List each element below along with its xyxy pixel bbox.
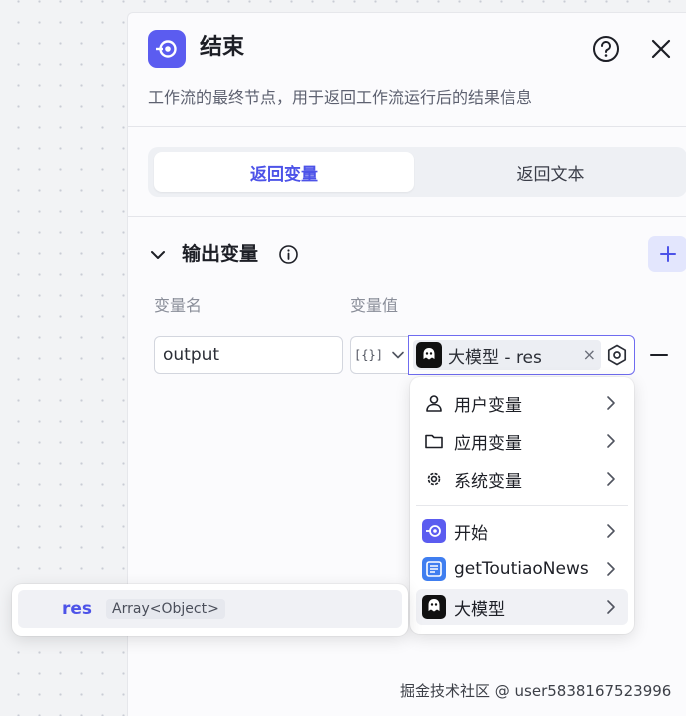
news-icon xyxy=(422,557,446,581)
chevron-right-icon xyxy=(607,562,615,576)
add-variable-button[interactable] xyxy=(648,236,686,272)
dropdown-item-user-variables[interactable]: 用户变量 xyxy=(416,385,628,421)
chevron-right-icon xyxy=(607,472,615,486)
chevron-right-icon xyxy=(607,434,615,448)
header-divider xyxy=(128,126,686,127)
variable-reference-field[interactable]: 大模型 - res × xyxy=(408,335,635,375)
mode-divider xyxy=(128,216,686,217)
variable-name-input[interactable] xyxy=(154,336,343,374)
variable-type-selector[interactable]: [{}] xyxy=(350,336,408,374)
dropdown-item-app-variables[interactable]: 应用变量 xyxy=(416,423,628,459)
chevron-right-icon xyxy=(607,396,615,410)
collapse-chevron-icon[interactable] xyxy=(148,245,168,265)
panel-description: 工作流的最终节点，用于返回工作流运行后的结果信息 xyxy=(148,88,533,107)
watermark: 掘金技术社区 @ user5838167523996 xyxy=(400,682,672,700)
close-icon[interactable] xyxy=(648,36,674,62)
column-label-name: 变量名 xyxy=(154,296,203,315)
start-node-icon xyxy=(422,519,446,543)
submenu-item-res[interactable]: res Array<Object> xyxy=(18,590,402,628)
output-variable-name: res xyxy=(62,599,93,619)
reference-label: 大模型 - res xyxy=(448,347,542,368)
tab-return-text[interactable]: 返回文本 xyxy=(414,152,686,192)
output-section-title: 输出变量 xyxy=(182,243,259,265)
dropdown-item-llm[interactable]: 大模型 xyxy=(416,589,628,625)
braces-icon: [{}] xyxy=(354,348,383,362)
panel-title: 结束 xyxy=(200,35,245,60)
chevron-right-icon xyxy=(607,524,615,538)
chevron-right-icon xyxy=(607,600,615,614)
settings-hexagon-icon[interactable] xyxy=(605,343,629,367)
dropdown-divider xyxy=(416,505,628,506)
clear-reference-icon[interactable]: × xyxy=(583,344,596,366)
user-icon xyxy=(422,391,446,415)
variable-picker-dropdown: 用户变量 应用变量 系统变量 开始 getToutiaoNews 大模型 xyxy=(410,377,634,634)
dropdown-item-gettoutiaonews[interactable]: getToutiaoNews xyxy=(416,551,628,587)
mode-switch: 返回变量 返回文本 xyxy=(148,147,686,197)
end-node-icon xyxy=(148,30,186,68)
tab-return-variables[interactable]: 返回变量 xyxy=(154,152,414,192)
column-label-value: 变量值 xyxy=(350,296,399,315)
folder-icon xyxy=(422,429,446,453)
info-icon[interactable] xyxy=(278,244,299,265)
help-icon[interactable] xyxy=(591,34,621,64)
dropdown-item-start[interactable]: 开始 xyxy=(416,513,628,549)
gear-icon xyxy=(422,467,446,491)
plus-icon xyxy=(659,246,676,262)
llm-icon xyxy=(422,595,446,619)
chevron-down-icon xyxy=(392,351,404,359)
remove-variable-icon[interactable] xyxy=(649,345,669,365)
output-variable-type-badge: Array<Object> xyxy=(106,599,225,619)
dropdown-item-system-variables[interactable]: 系统变量 xyxy=(416,461,628,497)
reference-chip: 大模型 - res × xyxy=(413,340,601,370)
llm-output-submenu: res Array<Object> xyxy=(12,584,408,636)
llm-icon xyxy=(416,342,442,368)
